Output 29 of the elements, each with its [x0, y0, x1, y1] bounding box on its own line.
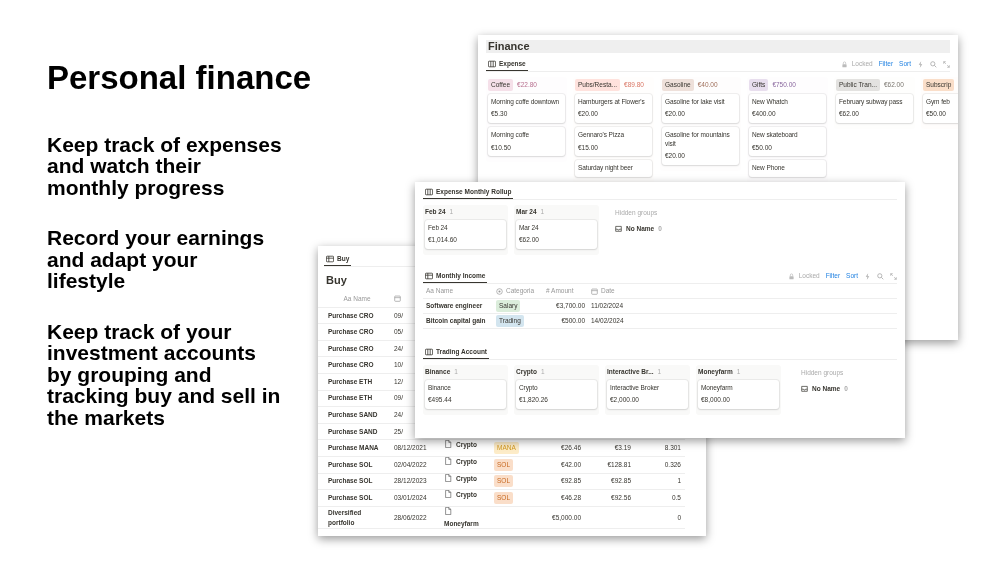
- expand-icon[interactable]: [890, 272, 897, 280]
- page-title: Finance: [486, 40, 950, 53]
- lock-icon: [787, 272, 795, 280]
- file-icon: [444, 490, 452, 499]
- board-icon: [425, 187, 433, 196]
- feature-text: Keep track of your investment accounts by grouping and tracking buy and sell in the markets: [47, 320, 282, 429]
- headline: Personal finance: [47, 58, 313, 98]
- expand-icon[interactable]: [943, 60, 950, 68]
- board-icon: [488, 59, 496, 68]
- inbox-icon: [801, 385, 808, 393]
- board-icon: [425, 347, 433, 356]
- file-icon: [444, 456, 452, 465]
- table-icon: [425, 271, 433, 280]
- file-icon: [444, 506, 452, 515]
- lock-icon: [840, 60, 848, 68]
- calendar-icon: [591, 287, 598, 295]
- feature-text: Record your earnings and adapt your lifestyle: [47, 227, 266, 292]
- table-icon: [326, 254, 334, 263]
- status-icon: [496, 287, 503, 295]
- calendar-icon: [394, 295, 401, 303]
- file-icon: [444, 473, 452, 482]
- feature-text: Keep track of expenses and watch their monthly progress: [47, 133, 283, 199]
- table-title: Buy: [326, 273, 347, 288]
- search-icon[interactable]: [877, 272, 884, 280]
- lightning-icon[interactable]: [864, 272, 871, 280]
- search-icon[interactable]: [930, 60, 937, 68]
- lightning-icon[interactable]: [917, 60, 924, 68]
- file-icon: [444, 440, 452, 449]
- inbox-icon: [615, 225, 622, 233]
